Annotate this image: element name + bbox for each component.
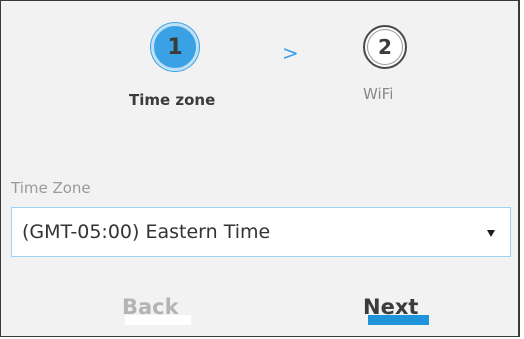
step-1-number: 1 [167,34,183,60]
time-zone-select[interactable]: (GMT-05:00) Eastern Time [11,207,511,257]
back-button[interactable]: Back [122,297,179,318]
next-button[interactable]: Next [363,297,418,318]
step-2-indicator: 2 [363,25,407,69]
setup-wizard-panel: 1 > 2 Time zone WiFi Time Zone (GMT-05:0… [0,0,520,337]
time-zone-selected-value: (GMT-05:00) Eastern Time [22,221,271,243]
dropdown-caret-icon [487,230,495,237]
step-2-label: WiFi [363,85,394,103]
step-separator-icon: > [282,41,299,65]
step-2-number: 2 [378,35,392,59]
time-zone-label: Time Zone [11,179,91,197]
step-1-label: Time zone [129,91,216,109]
step-1-indicator: 1 [151,23,199,71]
